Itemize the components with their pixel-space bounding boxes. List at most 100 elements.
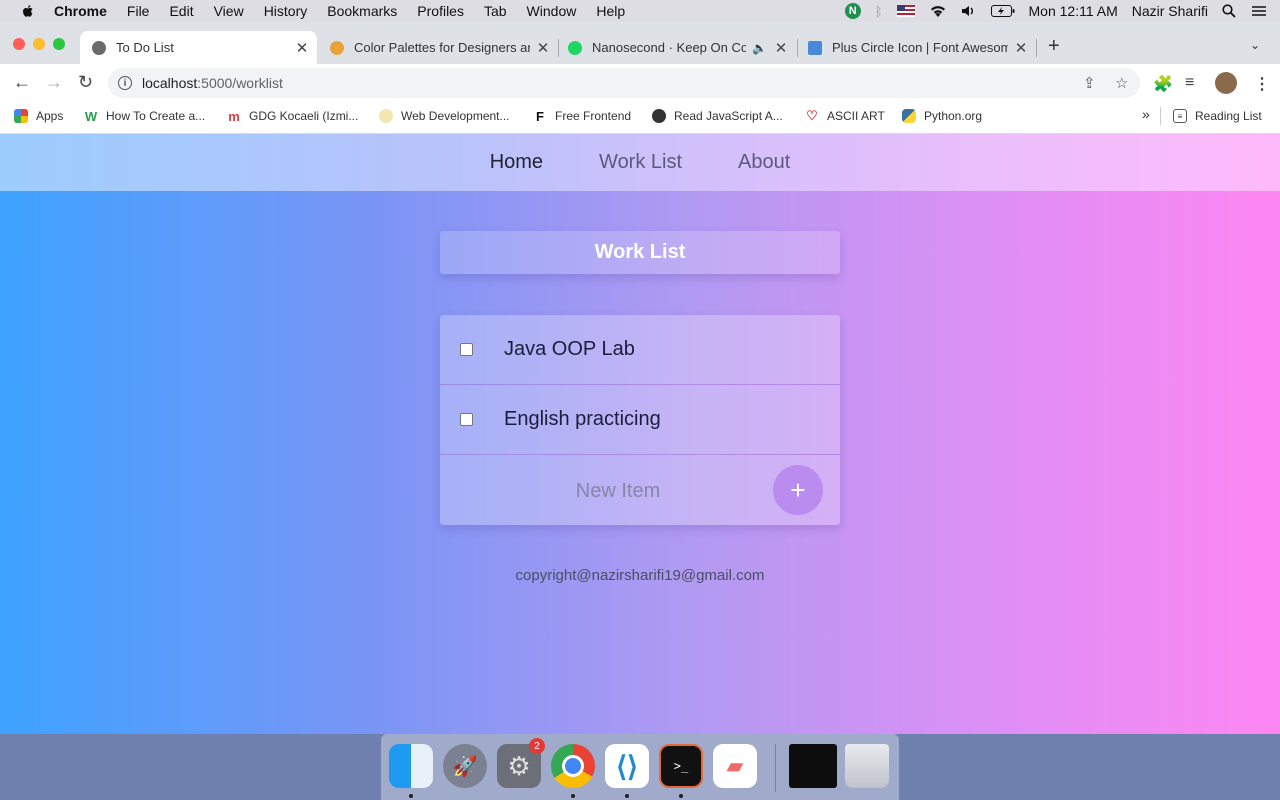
bookmark-label: Python.org: [924, 109, 983, 123]
nav-about[interactable]: About: [738, 151, 790, 174]
address-bar[interactable]: i localhost:5000/worklist: [108, 68, 1140, 98]
vscode-icon[interactable]: ⟨⟩: [605, 744, 649, 788]
menu-window[interactable]: Window: [527, 3, 577, 19]
bookmark-label: Free Frontend: [555, 109, 632, 123]
menu-tab[interactable]: Tab: [484, 3, 507, 19]
bookmark-apps[interactable]: Apps: [14, 109, 63, 123]
menu-help[interactable]: Help: [596, 3, 625, 19]
reading-list-icon: ≡: [1173, 109, 1187, 123]
user-name[interactable]: Nazir Sharifi: [1132, 3, 1208, 19]
clock[interactable]: Mon 12:11 AM: [1029, 3, 1118, 19]
bookmark-read-javascript[interactable]: Read JavaScript A...: [652, 109, 783, 123]
menu-file[interactable]: File: [127, 3, 150, 19]
speeko-app-icon[interactable]: ▰: [713, 744, 757, 788]
menu-bookmarks[interactable]: Bookmarks: [327, 3, 397, 19]
menu-profiles[interactable]: Profiles: [417, 3, 464, 19]
extensions-puzzle-icon[interactable]: 🧩: [1153, 74, 1173, 94]
list-title-box: Work List: [440, 231, 840, 274]
running-indicator: [679, 794, 683, 798]
tab-close-icon[interactable]: ✕: [295, 39, 309, 57]
input-source-flag-icon[interactable]: [896, 5, 915, 17]
site-info-icon[interactable]: i: [118, 76, 132, 90]
terminal-window-thumbnail-icon[interactable]: [789, 744, 837, 788]
control-center-icon[interactable]: [1250, 4, 1268, 18]
bookmark-label: Apps: [36, 109, 64, 123]
forward-arrow-icon[interactable]: →: [45, 72, 63, 93]
menu-view[interactable]: View: [214, 3, 244, 19]
page-content: Home Work List About Work List Java OOP …: [0, 134, 1280, 734]
bookmark-python-org[interactable]: Python.org: [902, 109, 982, 123]
menu-edit[interactable]: Edit: [169, 3, 193, 19]
bookmark-ascii-art[interactable]: ♡ ASCII ART: [805, 108, 885, 123]
apple-icon[interactable]: [20, 3, 36, 19]
notion-tray-icon[interactable]: N: [844, 3, 861, 19]
chrome-icon[interactable]: [551, 744, 595, 788]
media-control-icon[interactable]: ≡: [1185, 74, 1194, 92]
reading-list-label: Reading List: [1195, 109, 1262, 123]
menu-app-name[interactable]: Chrome: [54, 3, 107, 19]
tab-nanosecond[interactable]: Nanosecond · Keep On Co 🔈 ✕: [556, 31, 796, 64]
item-text: English practicing: [504, 408, 661, 430]
python-logo-icon: [902, 109, 916, 123]
reading-list[interactable]: ≡ Reading List: [1173, 109, 1262, 123]
bookmark-gdg-kocaeli[interactable]: m GDG Kocaeli (Izmi...: [227, 109, 359, 124]
bluetooth-icon[interactable]: ᛒ: [875, 4, 883, 19]
bookmark-label: How To Create a...: [106, 109, 206, 123]
share-icon[interactable]: ⇪: [1083, 74, 1096, 92]
menu-history[interactable]: History: [264, 3, 308, 19]
bookmark-free-frontend[interactable]: F Free Frontend: [533, 109, 632, 124]
url-host: localhost: [142, 75, 198, 91]
bookmark-label: GDG Kocaeli (Izmi...: [249, 109, 359, 123]
tab-close-icon[interactable]: ✕: [1014, 39, 1028, 57]
profile-avatar[interactable]: [1215, 72, 1237, 94]
item-checkbox[interactable]: [460, 343, 473, 356]
bookmarks-overflow-chevron-icon[interactable]: »: [1142, 106, 1150, 122]
launchpad-rocket-icon[interactable]: 🚀: [443, 744, 487, 788]
w-logo-icon: W: [84, 108, 98, 124]
nav-work-list[interactable]: Work List: [599, 151, 682, 174]
tab-color-palettes[interactable]: Color Palettes for Designers an ✕: [318, 31, 558, 64]
terminal-icon[interactable]: >_: [659, 744, 703, 788]
globe-icon: [652, 109, 666, 123]
window-minimize-button[interactable]: [33, 38, 45, 50]
site-navigation: Home Work List About: [0, 134, 1280, 191]
nav-home[interactable]: Home: [490, 151, 543, 174]
battery-icon[interactable]: [990, 5, 1015, 17]
trash-icon[interactable]: [845, 744, 889, 788]
spotify-icon: [568, 40, 582, 55]
bookmarks-bar: Apps W How To Create a... m GDG Kocaeli …: [0, 101, 1280, 134]
new-item-form: +: [440, 455, 840, 527]
tab-close-icon[interactable]: ✕: [774, 39, 788, 57]
spotlight-search-icon[interactable]: [1222, 4, 1236, 18]
new-item-input[interactable]: [440, 455, 796, 527]
bookmark-label: Web Development...: [401, 109, 510, 123]
window-close-button[interactable]: [13, 38, 25, 50]
running-indicator: [409, 794, 413, 798]
item-checkbox[interactable]: [460, 413, 473, 426]
tab-title: Color Palettes for Designers an: [354, 40, 530, 55]
tab-to-do-list[interactable]: To Do List ✕: [80, 31, 317, 64]
globe-icon: [92, 40, 106, 55]
tab-close-icon[interactable]: ✕: [536, 39, 550, 57]
page-title: Work List: [594, 241, 686, 263]
window-zoom-button[interactable]: [53, 38, 65, 50]
back-arrow-icon[interactable]: ←: [13, 72, 31, 93]
add-item-button[interactable]: +: [773, 465, 823, 515]
tab-title: To Do List: [116, 40, 174, 55]
bookmark-how-to-create[interactable]: W How To Create a...: [84, 108, 206, 124]
volume-icon[interactable]: [961, 4, 977, 18]
item-text: Java OOP Lab: [504, 338, 635, 360]
list-item: Java OOP Lab: [440, 315, 840, 385]
wifi-icon[interactable]: [929, 4, 947, 18]
apps-grid-icon: [14, 109, 28, 123]
finder-icon[interactable]: [389, 744, 433, 788]
reload-icon[interactable]: ↻: [78, 72, 93, 93]
tab-font-awesome[interactable]: Plus Circle Icon | Font Awesom ✕: [796, 31, 1036, 64]
bookmark-web-development[interactable]: Web Development...: [379, 109, 510, 123]
bookmark-star-icon[interactable]: ☆: [1115, 74, 1128, 92]
tab-search-chevron-icon[interactable]: ⌄: [1250, 38, 1260, 52]
tab-audio-icon[interactable]: 🔈: [752, 41, 767, 55]
chrome-menu-icon[interactable]: ⋮: [1254, 74, 1270, 94]
new-tab-button[interactable]: +: [1048, 35, 1060, 58]
url-text[interactable]: localhost:5000/worklist: [142, 75, 283, 91]
